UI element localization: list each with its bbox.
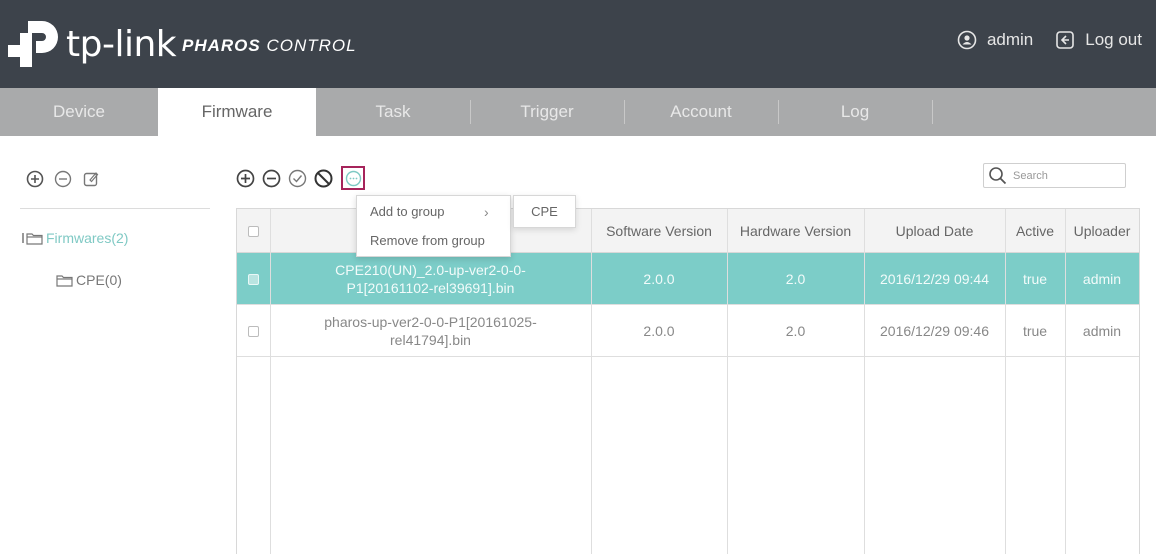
active-status: true [1022,271,1048,287]
logout-icon [1056,31,1075,49]
search-input[interactable] [1013,169,1113,182]
more-icon [345,170,361,186]
menu-item-label: Add to group [370,204,445,219]
tree-root-label: Firmwares(2) [46,230,129,246]
upload-date: 2016/12/29 09:44 [880,271,989,287]
delete-firmware-icon[interactable] [262,169,281,188]
product-brand: PHAROS CONTROL [182,36,357,56]
add-group-icon[interactable] [26,170,44,188]
tree-line [22,233,24,243]
table-row[interactable]: CPE210(UN)_2.0-up-ver2-0-0- P1[20161102-… [237,253,1139,305]
tree-divider [20,208,210,209]
column-divider [727,209,728,554]
tree-child-label: CPE(0) [76,272,122,288]
brand-bold: PHAROS [182,36,261,55]
active-status: true [1022,323,1048,339]
tab-trigger[interactable]: Trigger [470,88,624,136]
tab-firmware[interactable]: Firmware [158,88,316,136]
col-uploader[interactable]: Uploader [1065,209,1139,253]
firmware-name: pharos-up-ver2-0-0-P1[20161025- rel41794… [270,305,591,357]
column-divider [591,209,592,554]
software-version: 2.0.0 [643,271,675,287]
more-actions-menu: Add to group › Remove from group [356,195,511,257]
row-checkbox-cell [237,305,270,357]
user-area: admin Log out [957,30,1142,50]
select-all-checkbox[interactable] [248,225,259,237]
main-tab-bar: Device Firmware Task Trigger Account Log [0,88,1156,136]
search-icon [989,167,1007,185]
hardware-version: 2.0 [785,271,806,287]
col-upload-date[interactable]: Upload Date [864,209,1005,253]
user-menu[interactable]: admin [957,30,1033,50]
col-hardware-version[interactable]: Hardware Version [727,209,864,253]
column-divider [1065,209,1066,554]
logout-link[interactable]: Log out [1055,30,1142,50]
tab-divider [932,100,933,124]
firmware-name-line: P1[20161102-rel39691].bin [346,280,515,296]
col-active[interactable]: Active [1005,209,1065,253]
select-all-cell [237,209,270,253]
user-icon [957,30,977,50]
firmware-name-line: CPE210(UN)_2.0-up-ver2-0-0- [335,262,526,278]
column-divider [270,209,271,554]
tab-task[interactable]: Task [316,88,470,136]
remove-group-icon[interactable] [54,170,72,188]
submenu-item-cpe[interactable]: CPE [513,195,576,228]
edit-group-icon[interactable] [82,170,100,188]
folder-icon [56,274,73,287]
column-divider [1005,209,1006,554]
column-divider [864,209,865,554]
firmware-name-line: pharos-up-ver2-0-0-P1[20161025- [324,314,537,330]
firmware-toolbar [236,166,365,190]
firmware-name-line: rel41794].bin [390,332,471,348]
menu-item-remove-from-group[interactable]: Remove from group [357,226,510,256]
hardware-version: 2.0 [785,323,806,339]
row-checkbox[interactable] [248,325,259,337]
menu-item-add-to-group[interactable]: Add to group › [357,197,510,227]
tree-item-firmwares[interactable]: Firmwares(2) [22,230,128,246]
top-header: tp-link PHAROS CONTROL admin Log out [0,0,1156,88]
tab-log[interactable]: Log [778,88,932,136]
logo-text: tp-link [66,23,177,65]
row-checkbox-cell [237,253,270,305]
uploader: admin [1082,323,1122,339]
col-software-version[interactable]: Software Version [591,209,727,253]
add-firmware-icon[interactable] [236,169,255,188]
tree-item-cpe[interactable]: CPE(0) [56,272,122,288]
activate-icon[interactable] [288,169,307,188]
folder-open-icon [26,232,43,245]
uploader: admin [1082,271,1122,287]
more-actions-button[interactable] [341,166,365,190]
table-row[interactable]: pharos-up-ver2-0-0-P1[20161025- rel41794… [237,305,1139,357]
search-box[interactable] [983,163,1126,188]
software-version: 2.0.0 [643,323,675,339]
tp-link-logo: tp-link [6,14,177,74]
brand-light: CONTROL [260,36,357,55]
firmware-name: CPE210(UN)_2.0-up-ver2-0-0- P1[20161102-… [270,253,591,305]
user-name: admin [986,30,1034,49]
tree-toolbar [26,170,110,188]
tab-device[interactable]: Device [0,88,158,136]
chevron-right-icon: › [484,204,489,220]
disable-icon[interactable] [314,169,333,188]
firmware-table: Software Version Hardware Version Upload… [236,208,1140,554]
row-checkbox[interactable] [248,273,259,285]
tab-account[interactable]: Account [624,88,778,136]
logout-label: Log out [1085,30,1142,49]
tp-link-logo-icon [8,21,58,67]
upload-date: 2016/12/29 09:46 [880,323,989,339]
